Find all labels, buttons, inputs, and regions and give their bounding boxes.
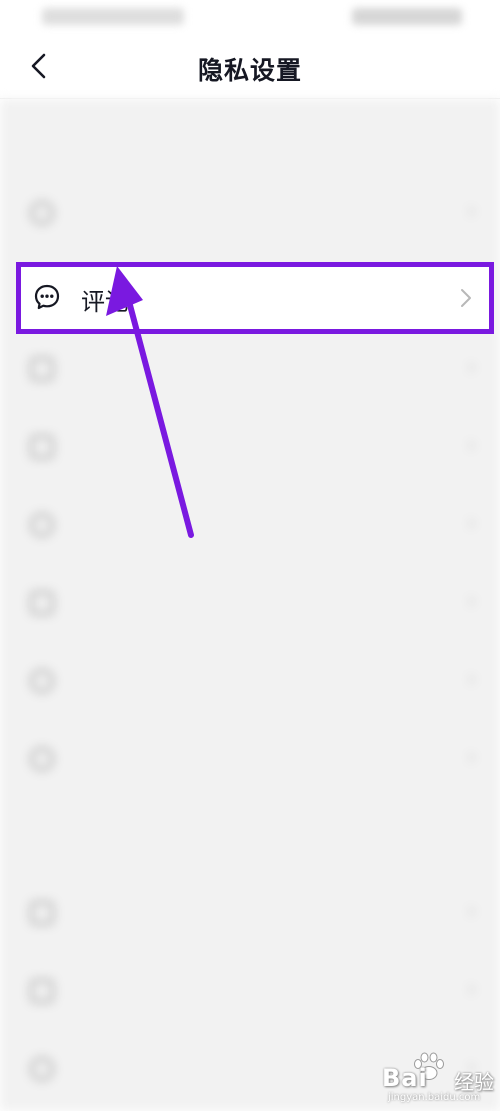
list-item: › bbox=[0, 487, 500, 565]
dim-row-icon bbox=[30, 979, 54, 1003]
list-item: › bbox=[0, 175, 500, 253]
list-item: › bbox=[0, 721, 500, 799]
dim-row-icon bbox=[30, 435, 54, 459]
dim-row-icon bbox=[30, 513, 54, 537]
dim-row-icon bbox=[30, 201, 54, 225]
list-item: › bbox=[0, 409, 500, 487]
watermark-suffix: 经验 bbox=[454, 1070, 494, 1094]
page-title: 隐私设置 bbox=[197, 56, 302, 85]
list-item: › bbox=[0, 875, 500, 953]
comment-settings-item[interactable]: 评论 bbox=[16, 262, 494, 334]
dim-row-icon bbox=[30, 357, 54, 381]
dim-row-icon bbox=[30, 1057, 54, 1081]
comment-bubble-icon bbox=[34, 284, 60, 310]
status-bar-indicators bbox=[352, 8, 462, 25]
status-bar-carrier bbox=[42, 8, 184, 25]
dim-row-icon bbox=[30, 747, 54, 771]
watermark-brand: Bai bbox=[382, 1064, 428, 1092]
comment-settings-label: 评论 bbox=[81, 288, 129, 316]
chevron-right-icon bbox=[461, 289, 471, 307]
navigation-bar: 隐私设置 bbox=[0, 34, 500, 99]
list-item: › bbox=[0, 643, 500, 721]
dimmed-settings-list: › › › › › › › › › › bbox=[0, 99, 500, 1111]
watermark: Bai 经验 jingyan.baidu.com bbox=[378, 1050, 494, 1106]
watermark-url: jingyan.baidu.com bbox=[388, 1092, 481, 1103]
list-item: › bbox=[0, 565, 500, 643]
status-bar bbox=[0, 0, 500, 34]
list-item: › bbox=[0, 331, 500, 409]
list-item: › bbox=[0, 953, 500, 1031]
dim-row-icon bbox=[30, 591, 54, 615]
dim-row-icon bbox=[30, 669, 54, 693]
dim-row-icon bbox=[30, 901, 54, 925]
